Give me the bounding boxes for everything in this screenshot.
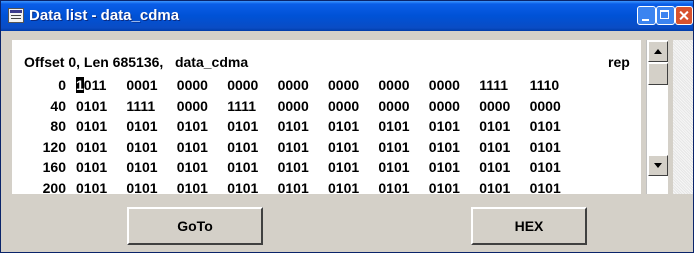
data-row: 80 0101 0101 0101 0101 0101 0101 0101 0101 0101 01… [12, 118, 641, 138]
bit-word[interactable]: 0000 [177, 77, 208, 93]
bit-word[interactable]: 0000 [530, 98, 561, 114]
bit-word[interactable]: 0000 [429, 77, 460, 93]
scroll-thumb[interactable] [648, 63, 668, 85]
bit-word[interactable]: 0101 [328, 139, 359, 155]
bit-word[interactable]: 0101 [227, 159, 258, 175]
bit-word[interactable]: 0000 [429, 98, 460, 114]
bit-word[interactable]: 0101 [530, 139, 561, 155]
bit-word[interactable]: 0101 [378, 118, 409, 134]
bit-word[interactable]: 0101 [76, 139, 107, 155]
bit-word[interactable]: 0101 [429, 118, 460, 134]
row-offset: 80 [50, 118, 66, 134]
bit-word[interactable]: 0000 [177, 98, 208, 114]
bit-word[interactable]: 0101 [429, 139, 460, 155]
bit-word[interactable]: 0101 [479, 139, 510, 155]
bit-word[interactable]: 0101 [76, 118, 107, 134]
bit-word[interactable]: 0101 [76, 180, 107, 195]
bit-word[interactable]: 0101 [227, 118, 258, 134]
bit-word[interactable]: 0101 [177, 139, 208, 155]
bit-word[interactable]: 0000 [479, 98, 510, 114]
bit-word[interactable]: 0101 [479, 159, 510, 175]
bit-word[interactable]: 0101 [530, 159, 561, 175]
bit-word-rest: 011 [83, 77, 107, 93]
bit-word[interactable]: 0101 [227, 180, 258, 195]
bit-word[interactable]: 0101 [126, 118, 157, 134]
close-icon[interactable] [675, 6, 693, 25]
row-offset: 160 [42, 159, 66, 175]
edit-cursor: 1 [76, 77, 84, 93]
title-bar[interactable]: Data list - data_cdma [1, 1, 693, 31]
bit-word[interactable]: 0000 [378, 98, 409, 114]
row-offset: 0 [58, 77, 66, 93]
bit-word[interactable]: 0000 [328, 98, 359, 114]
bit-word[interactable]: 1011 [76, 77, 106, 93]
offset-length-info: Offset 0, Len 685136, data_cdma [24, 54, 249, 70]
bit-word[interactable]: 0101 [278, 118, 309, 134]
bit-word[interactable]: 0101 [530, 180, 561, 195]
bit-word[interactable]: 1111 [479, 77, 508, 93]
bit-word[interactable]: 0101 [479, 118, 510, 134]
scroll-down-button[interactable] [648, 155, 668, 176]
data-row: 40 0101 1111 0000 1111 0000 0000 0000 0000 0000 00… [12, 98, 641, 118]
bit-word[interactable]: 0101 [126, 139, 157, 155]
bit-word[interactable]: 0101 [328, 180, 359, 195]
bit-word[interactable]: 0101 [278, 180, 309, 195]
bit-word[interactable]: 0101 [378, 180, 409, 195]
scroll-up-button[interactable] [648, 41, 668, 62]
bit-word[interactable]: 0001 [126, 77, 157, 93]
bit-word[interactable]: 0000 [278, 98, 309, 114]
bit-word[interactable]: 0101 [227, 139, 258, 155]
row-offset: 40 [50, 97, 66, 114]
bit-word[interactable]: 0101 [126, 180, 157, 195]
data-row: 200 0101 0101 0101 0101 0101 0101 0101 0101 0101 0… [12, 180, 641, 195]
bit-word[interactable]: 0101 [126, 159, 157, 175]
bit-word[interactable]: 1111 [126, 98, 155, 114]
bit-word[interactable]: 1111 [227, 98, 256, 114]
bit-word[interactable]: 0101 [76, 98, 107, 114]
minimize-icon[interactable] [637, 6, 656, 25]
bit-word[interactable]: 0000 [378, 77, 409, 93]
rep-label: rep [608, 54, 630, 70]
row-offset: 120 [42, 138, 66, 155]
bit-word[interactable]: 0000 [227, 77, 258, 93]
bit-word[interactable]: 0101 [177, 180, 208, 195]
maximize-icon[interactable] [656, 6, 675, 25]
bit-word[interactable]: 0101 [76, 159, 107, 175]
bit-word[interactable]: 0101 [278, 139, 309, 155]
data-row: 120 0101 0101 0101 0101 0101 0101 0101 0101 0101 0… [12, 139, 641, 159]
bit-word[interactable]: 1110 [530, 77, 560, 93]
data-list-window: Data list - data_cdma Offset 0, Len 6851… [0, 0, 694, 253]
bit-word[interactable]: 0101 [177, 118, 208, 134]
hex-button[interactable]: HEX [471, 207, 587, 245]
bit-word[interactable]: 0101 [378, 139, 409, 155]
data-list-area[interactable]: Offset 0, Len 685136, data_cdma rep 0 101… [12, 40, 641, 194]
bit-word[interactable]: 0000 [328, 77, 359, 93]
bit-word[interactable]: 0101 [177, 159, 208, 175]
list-window-icon [8, 8, 24, 23]
bit-word[interactable]: 0101 [328, 118, 359, 134]
bit-word[interactable]: 0101 [328, 159, 359, 175]
bit-word[interactable]: 0101 [378, 159, 409, 175]
bit-word[interactable]: 0000 [278, 77, 309, 93]
bit-word[interactable]: 0101 [479, 180, 510, 195]
window-title: Data list - data_cdma [29, 7, 180, 24]
goto-button[interactable]: GoTo [127, 207, 263, 245]
bit-word[interactable]: 0101 [429, 180, 460, 195]
data-row: 160 0101 0101 0101 0101 0101 0101 0101 0101 0101 0… [12, 159, 641, 179]
data-row: 0 1011 0001 0000 0000 0000 0000 0000 0000 1111 111… [12, 77, 641, 97]
panel-edge [673, 40, 693, 194]
bit-word[interactable]: 0101 [429, 159, 460, 175]
vertical-scrollbar[interactable] [646, 40, 668, 194]
bit-word[interactable]: 0101 [530, 118, 561, 134]
bit-word[interactable]: 0101 [278, 159, 309, 175]
row-offset: 200 [42, 179, 66, 195]
